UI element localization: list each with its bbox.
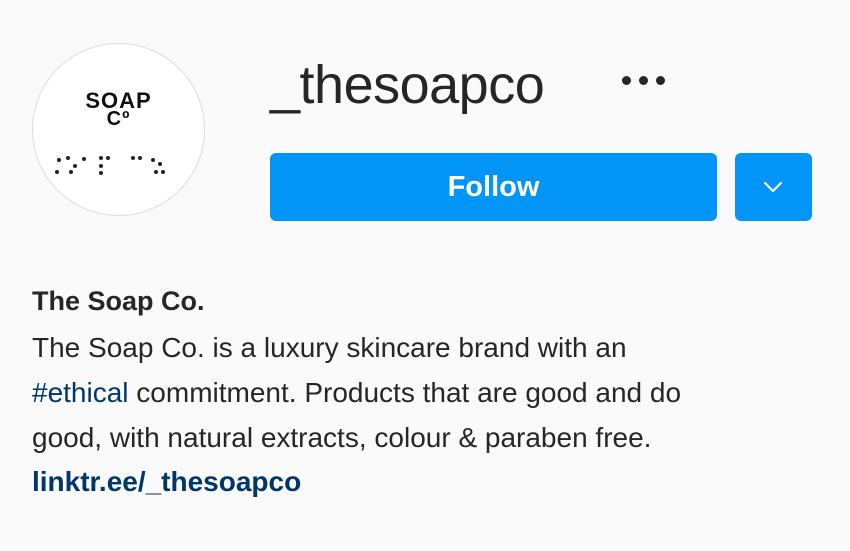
more-horizontal-icon bbox=[622, 76, 631, 85]
follow-button[interactable]: Follow bbox=[270, 153, 717, 221]
suggested-accounts-button[interactable] bbox=[735, 153, 812, 221]
bio-line-text: commitment. Products that are good and d… bbox=[128, 377, 682, 408]
logo-text-co: Cº bbox=[106, 108, 131, 130]
bio-line: good, with natural extracts, colour & pa… bbox=[32, 422, 652, 453]
more-options-button[interactable] bbox=[618, 66, 674, 98]
avatar[interactable]: SOAP Cº bbox=[32, 43, 205, 216]
chevron-down-icon bbox=[763, 181, 783, 193]
hashtag-link[interactable]: #ethical bbox=[32, 377, 129, 408]
profile-header: SOAP Cº _thesoapco Follow The Soap Co. T… bbox=[0, 0, 850, 551]
bio-line: The Soap Co. is a luxury skincare brand … bbox=[32, 332, 627, 363]
braille-dots-icon bbox=[55, 156, 165, 175]
more-horizontal-icon bbox=[639, 76, 648, 85]
more-horizontal-icon bbox=[656, 76, 665, 85]
profile-display-name: The Soap Co. bbox=[32, 286, 205, 316]
username: _thesoapco bbox=[270, 55, 545, 115]
bio-website-link[interactable]: linktr.ee/_thesoapco bbox=[32, 461, 301, 503]
bio-text: The Soap Co. is a luxury skincare brand … bbox=[32, 325, 832, 460]
bio-line: #ethical commitment. Products that are g… bbox=[32, 370, 832, 415]
